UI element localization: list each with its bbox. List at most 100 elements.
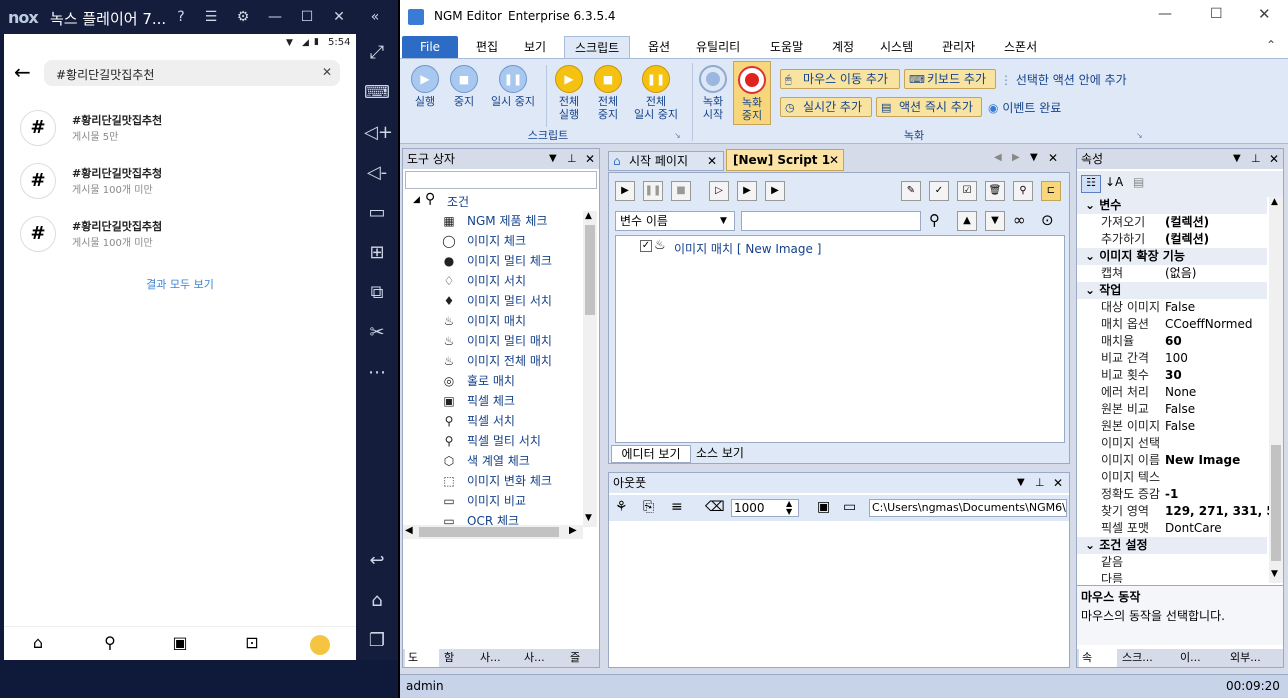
script-node-image-match[interactable]: 이미지 매치 [ New Image ]: [674, 240, 821, 257]
play-from-icon[interactable]: ▶: [765, 181, 785, 201]
android-back-icon[interactable]: ↩: [364, 548, 390, 574]
property-category[interactable]: ⌄ 작업: [1077, 282, 1267, 299]
property-row[interactable]: 원본 비교 False: [1077, 401, 1267, 418]
run-all-button[interactable]: ▶ 전체 실행: [550, 65, 588, 121]
save-icon[interactable]: ▣: [817, 499, 830, 515]
profile-avatar[interactable]: [310, 635, 330, 655]
dropdown-icon[interactable]: ▼: [1233, 149, 1241, 169]
collapse-icon[interactable]: ⌄: [1085, 538, 1099, 552]
keyboard-add-button[interactable]: ⌨ 키보드 추가: [904, 69, 996, 89]
scroll-up-icon[interactable]: ▲: [585, 211, 592, 221]
search-icon[interactable]: ⚲: [1013, 181, 1033, 201]
pause-button[interactable]: ❚❚ 일시 중지: [484, 65, 542, 108]
check-icon[interactable]: ✓: [929, 181, 949, 201]
toolbox-item[interactable]: ▭ 이미지 비교: [441, 491, 526, 511]
node-checkbox[interactable]: ✓: [640, 240, 652, 252]
toolbox-item[interactable]: ▣ 픽셀 체크: [441, 391, 515, 411]
property-value[interactable]: CCoeffNormed: [1165, 316, 1269, 333]
toolbox-item[interactable]: ◎ 홀로 매치: [441, 371, 515, 391]
android-home-icon[interactable]: ⌂: [364, 588, 390, 614]
run-button[interactable]: ▶ 실행: [406, 65, 444, 108]
move-down-icon[interactable]: ▼: [985, 211, 1005, 231]
output-path-field[interactable]: C:\Users\ngmas\Documents\NGM6\: [869, 499, 1067, 517]
toolbox-item[interactable]: ⚲ 픽셀 서치: [441, 411, 515, 431]
property-value[interactable]: (컬렉션): [1165, 231, 1269, 248]
minimize-icon[interactable]: —: [266, 8, 284, 26]
property-row[interactable]: 같음: [1077, 554, 1267, 571]
folder-icon[interactable]: ▭: [843, 499, 856, 515]
home-icon[interactable]: ⌂: [26, 633, 50, 655]
trash-icon[interactable]: 🗑: [985, 181, 1005, 201]
tab-new-script[interactable]: [New] Script 1 ✕: [726, 149, 844, 171]
toolbox-item[interactable]: ♢ 이미지 서치: [441, 271, 526, 291]
property-category[interactable]: ⌄ 조건 설정: [1077, 537, 1267, 554]
multi-instance-icon[interactable]: ⧉: [364, 280, 390, 306]
scroll-right-icon[interactable]: ▶: [569, 525, 577, 536]
property-value[interactable]: (컬렉션): [1165, 214, 1269, 231]
scroll-down-icon[interactable]: ▼: [1271, 569, 1278, 579]
realtime-add-button[interactable]: ◷ 실시간 추가: [780, 97, 872, 117]
list-item[interactable]: # #황리단길맛집추첨 게시물 100개 미만: [16, 210, 346, 256]
toolbox-item[interactable]: ⬡ 색 계열 체크: [441, 451, 530, 471]
property-value[interactable]: None: [1165, 384, 1269, 401]
collapse-sidebar-icon[interactable]: «: [366, 8, 384, 26]
variable-name-select[interactable]: 변수 이름 ▼: [615, 211, 735, 231]
properties-vscrollbar[interactable]: ▲ ▼: [1269, 197, 1283, 583]
toolbox-hscrollbar[interactable]: ◀ ▶: [403, 525, 583, 539]
tab-options[interactable]: 옵션: [638, 36, 680, 58]
play-selected-icon[interactable]: ▶: [737, 181, 757, 201]
tab-list-icon[interactable]: ▼: [1030, 152, 1038, 163]
property-value[interactable]: False: [1165, 299, 1269, 316]
tab-external[interactable]: 외부...: [1227, 649, 1283, 667]
tab-admin[interactable]: 관리자: [932, 36, 985, 58]
eraser-icon[interactable]: ⌫: [705, 499, 725, 515]
property-row[interactable]: 캡쳐 (없음): [1077, 265, 1267, 282]
move-up-icon[interactable]: ▲: [957, 211, 977, 231]
tab-script[interactable]: 스크립트: [564, 36, 631, 58]
apk-install-icon[interactable]: ⊞: [364, 240, 390, 266]
volume-down-icon[interactable]: ◁-: [364, 160, 390, 186]
clear-icon[interactable]: ✕: [322, 65, 332, 79]
collapse-icon[interactable]: ⌄: [1085, 283, 1099, 297]
sort-az-icon[interactable]: ↓A: [1105, 175, 1123, 189]
pin-icon[interactable]: ⊥: [1251, 149, 1261, 169]
toolbox-search-input[interactable]: [405, 171, 597, 189]
mouse-move-add-button[interactable]: 🖱 마우스 이동 추가: [780, 69, 900, 89]
pin-icon[interactable]: ⊥: [1035, 473, 1045, 493]
scroll-thumb[interactable]: [419, 527, 559, 537]
stop-button[interactable]: ■ 중지: [445, 65, 483, 108]
property-value[interactable]: -1: [1165, 486, 1269, 503]
toolbox-item[interactable]: ● 이미지 멀티 체크: [441, 251, 552, 271]
property-row[interactable]: 이미지 선택: [1077, 435, 1267, 452]
maximize-icon[interactable]: ☐: [1210, 6, 1223, 22]
close-icon[interactable]: ✕: [1269, 149, 1279, 169]
search-icon[interactable]: ⚲: [98, 633, 122, 655]
help-icon[interactable]: ?: [172, 8, 190, 26]
tab-source-view[interactable]: 소스 보기: [691, 445, 749, 463]
toolbox-item[interactable]: ◯ 이미지 체크: [441, 231, 526, 251]
tab-user-1[interactable]: 사...: [477, 649, 519, 667]
see-all-results-link[interactable]: 결과 모두 보기: [4, 276, 356, 292]
property-category[interactable]: ⌄ 이미지 확장 기능: [1077, 248, 1267, 265]
line-count-stepper[interactable]: 1000 ▲ ▼: [731, 499, 799, 517]
property-row[interactable]: 찾기 영역 129, 271, 331, 50: [1077, 503, 1269, 520]
toolbox-vscrollbar[interactable]: ▲ ▼: [583, 211, 597, 527]
property-value[interactable]: False: [1165, 418, 1269, 435]
tab-images[interactable]: 이...: [1177, 649, 1225, 667]
tab-start-page[interactable]: ⌂ 시작 페이지 ✕: [608, 151, 724, 171]
property-row[interactable]: 원본 이미지 False: [1077, 418, 1267, 435]
tab-sponsor[interactable]: 스폰서: [994, 36, 1047, 58]
tab-help[interactable]: 도움말: [760, 36, 813, 58]
pause-all-button[interactable]: ❚❚ 전체 일시 중지: [628, 65, 684, 121]
minimize-icon[interactable]: —: [1158, 6, 1172, 22]
stop-icon[interactable]: ■: [671, 181, 691, 201]
android-recent-icon[interactable]: ❐: [364, 628, 390, 654]
close-icon[interactable]: ✕: [1053, 473, 1063, 493]
stepper-arrows-icon[interactable]: ▲ ▼: [786, 500, 792, 516]
tab-view[interactable]: 보기: [514, 36, 556, 58]
more-options-icon[interactable]: ⊙: [1041, 211, 1054, 229]
tab-script-list[interactable]: 스크...: [1119, 649, 1175, 667]
tree-root-condition[interactable]: 조건: [447, 193, 469, 210]
close-tab-icon[interactable]: ✕: [829, 150, 839, 170]
property-row[interactable]: 매치 옵션 CCoeffNormed: [1077, 316, 1267, 333]
